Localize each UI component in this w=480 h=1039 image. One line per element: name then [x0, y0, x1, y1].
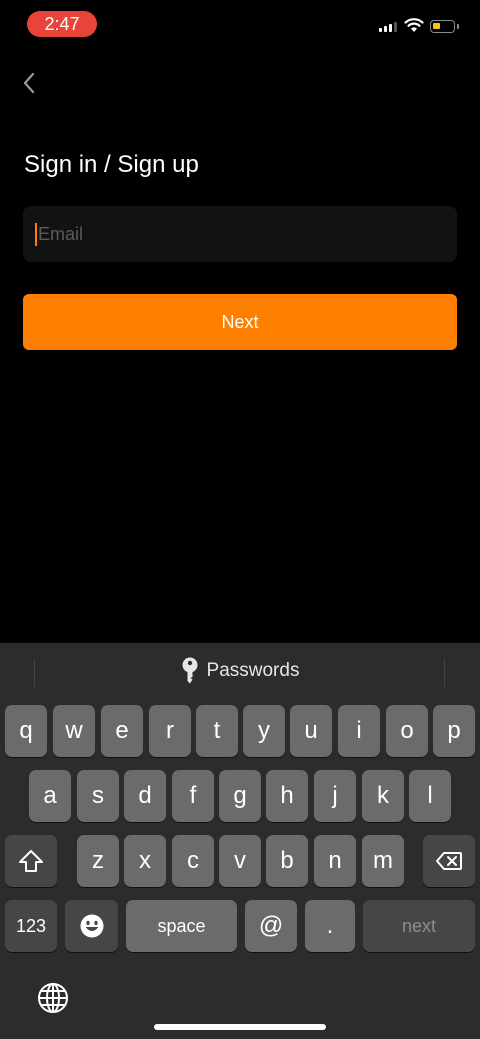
key-i[interactable]: i	[338, 705, 380, 757]
key-b[interactable]: b	[266, 835, 308, 887]
next-key[interactable]: next	[363, 900, 475, 952]
status-bar: 2:47	[0, 0, 480, 50]
key-k[interactable]: k	[362, 770, 404, 822]
keyboard: Passwords q w e r t y u i o p a s d f g …	[0, 643, 480, 1039]
passwords-button[interactable]: Passwords	[0, 657, 480, 685]
dot-key[interactable]: .	[305, 900, 355, 952]
emoji-key[interactable]	[65, 900, 118, 952]
key-t[interactable]: t	[196, 705, 238, 757]
passwords-label: Passwords	[206, 660, 300, 681]
key-g[interactable]: g	[219, 770, 261, 822]
text-caret	[35, 222, 37, 246]
key-f[interactable]: f	[172, 770, 214, 822]
key-h[interactable]: h	[266, 770, 308, 822]
space-key[interactable]: space	[126, 900, 237, 952]
key-j[interactable]: j	[314, 770, 356, 822]
key-p[interactable]: p	[433, 705, 475, 757]
cellular-signal-icon	[379, 22, 397, 32]
key-c[interactable]: c	[172, 835, 214, 887]
key-w[interactable]: w	[53, 705, 95, 757]
key-y[interactable]: y	[243, 705, 285, 757]
key-u[interactable]: u	[290, 705, 332, 757]
at-key[interactable]: @	[245, 900, 297, 952]
key-d[interactable]: d	[124, 770, 166, 822]
key-m[interactable]: m	[362, 835, 404, 887]
page-title: Sign in / Sign up	[24, 151, 199, 178]
key-n[interactable]: n	[314, 835, 356, 887]
key-s[interactable]: s	[77, 770, 119, 822]
key-icon	[182, 657, 198, 684]
back-button[interactable]	[14, 66, 44, 100]
numbers-key[interactable]: 123	[5, 900, 57, 952]
status-time: 2:47	[27, 11, 97, 37]
key-z[interactable]: z	[77, 835, 119, 887]
emoji-icon	[80, 914, 103, 938]
delete-icon	[436, 852, 462, 870]
key-a[interactable]: a	[29, 770, 71, 822]
email-input[interactable]	[38, 223, 418, 245]
next-button[interactable]: Next	[23, 294, 457, 350]
shift-icon	[19, 850, 43, 872]
email-field[interactable]	[23, 206, 457, 262]
key-x[interactable]: x	[124, 835, 166, 887]
key-l[interactable]: l	[409, 770, 451, 822]
wifi-icon	[404, 18, 424, 32]
passwords-bar: Passwords	[0, 643, 480, 701]
key-r[interactable]: r	[149, 705, 191, 757]
battery-icon	[430, 20, 459, 33]
delete-key[interactable]	[423, 835, 475, 887]
globe-icon[interactable]	[36, 981, 70, 1015]
key-o[interactable]: o	[386, 705, 428, 757]
key-q[interactable]: q	[5, 705, 47, 757]
key-e[interactable]: e	[101, 705, 143, 757]
chevron-left-icon	[23, 72, 35, 94]
shift-key[interactable]	[5, 835, 57, 887]
key-v[interactable]: v	[219, 835, 261, 887]
home-indicator[interactable]	[154, 1024, 326, 1030]
